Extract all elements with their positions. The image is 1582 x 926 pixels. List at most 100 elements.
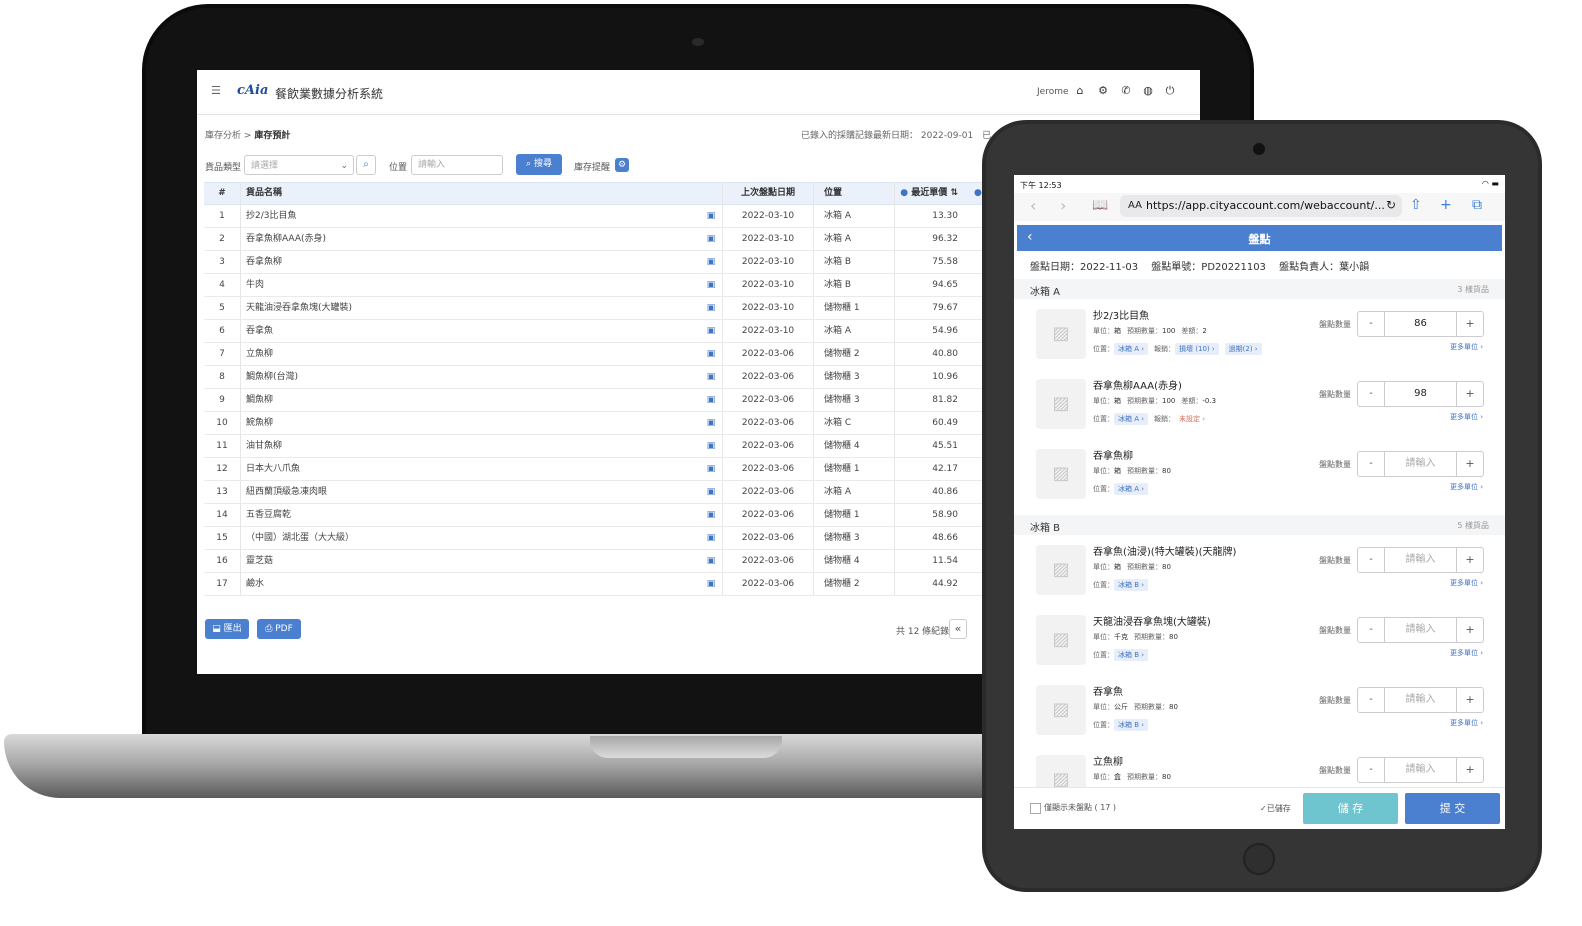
quantity-input[interactable]: 請輸入 (1384, 548, 1457, 572)
col-price[interactable]: ● 最近單價 ⇅ (894, 183, 958, 204)
loc-prefix: 位置： (1093, 581, 1114, 589)
expected-prefix: 預期數量： (1127, 327, 1162, 335)
share-icon[interactable]: ⇧ (1410, 197, 1422, 213)
item-location: 冰箱 A (818, 481, 895, 503)
breadcrumb-parent[interactable]: 庫存分析 (205, 131, 241, 141)
image-icon[interactable]: ▣ (704, 228, 718, 250)
back-arrow-icon[interactable]: ‹ (1030, 196, 1036, 215)
image-icon[interactable]: ▣ (704, 389, 718, 411)
home-icon[interactable]: ⌂ (1073, 84, 1087, 98)
bookmarks-icon[interactable]: 📖 (1092, 198, 1108, 213)
location-tag[interactable]: 冰箱 A › (1114, 413, 1149, 425)
item-unit: 公斤 (1114, 703, 1128, 711)
phone-icon[interactable]: ✆ (1119, 84, 1133, 98)
reload-icon[interactable]: ↻ (1386, 198, 1396, 212)
col-name[interactable]: 貨品名稱 (246, 183, 696, 204)
save-button[interactable]: 儲 存 (1303, 793, 1398, 824)
image-icon[interactable]: ▣ (704, 205, 718, 227)
image-icon[interactable]: ▣ (704, 435, 718, 457)
more-units-link[interactable]: 更多單位 › (1450, 412, 1483, 422)
item-name: 吞拿魚柳 (1093, 451, 1133, 462)
quantity-input[interactable]: 請輸入 (1384, 618, 1457, 642)
col-location[interactable]: 位置 (818, 183, 895, 204)
submit-button[interactable]: 提 交 (1405, 793, 1500, 824)
item-unit: 箱 (1114, 397, 1121, 405)
search-button[interactable]: ⌕ 搜尋 (516, 154, 562, 175)
decrement-button[interactable]: - (1358, 548, 1385, 572)
hamburger-icon[interactable]: ☰ (211, 85, 221, 96)
image-icon[interactable]: ▣ (704, 550, 718, 572)
location-tag[interactable]: 冰箱 A › (1114, 483, 1149, 495)
loss-tag[interactable]: 損壞 (10) › (1175, 343, 1219, 355)
search-icon[interactable]: ⌕ (356, 155, 376, 175)
item-name: 鯛魚柳(台灣) (246, 372, 299, 382)
image-icon[interactable]: ▣ (704, 504, 718, 526)
location-tag[interactable]: 冰箱 B › (1114, 719, 1149, 731)
image-icon[interactable]: ▣ (704, 274, 718, 296)
increment-button[interactable]: + (1456, 548, 1483, 572)
decrement-button[interactable]: - (1358, 382, 1385, 406)
more-units-link[interactable]: 更多單位 › (1450, 648, 1483, 658)
col-date[interactable]: 上次盤點日期 (722, 183, 814, 204)
item-name: 鯇魚柳 (246, 418, 274, 428)
image-icon[interactable]: ▣ (704, 481, 718, 503)
home-button[interactable] (1243, 843, 1275, 875)
decrement-button[interactable]: - (1358, 758, 1385, 782)
quantity-input[interactable]: 86 (1384, 312, 1457, 336)
tabs-icon[interactable]: ⧉ (1472, 197, 1482, 213)
category-select[interactable]: 請選擇 ⌄ (244, 155, 354, 175)
reader-aa[interactable]: AA (1128, 200, 1142, 211)
pdf-button[interactable]: ⎙ PDF (257, 619, 301, 639)
loss-tag[interactable]: 過期(2) › (1224, 343, 1262, 355)
url-bar[interactable]: AA https://app.cityaccount.com/webaccoun… (1120, 195, 1402, 217)
item-details: 單位：箱 預期數量：100 差額：2 (1093, 326, 1213, 336)
image-icon[interactable]: ▣ (704, 527, 718, 549)
more-units-link[interactable]: 更多單位 › (1450, 718, 1483, 728)
first-page-button[interactable]: « (949, 619, 967, 639)
quantity-input[interactable]: 請輸入 (1384, 688, 1457, 712)
globe-icon[interactable]: ◍ (1141, 84, 1155, 98)
more-units-link[interactable]: 更多單位 › (1450, 482, 1483, 492)
decrement-button[interactable]: - (1358, 688, 1385, 712)
quantity-input[interactable]: 請輸入 (1384, 758, 1457, 782)
quantity-input[interactable]: 98 (1384, 382, 1457, 406)
qty-label: 盤點數量 (1319, 320, 1351, 329)
decrement-button[interactable]: - (1358, 618, 1385, 642)
export-button[interactable]: ⬓ 匯出 (205, 619, 249, 639)
uncounted-checkbox[interactable] (1030, 803, 1041, 814)
loss-tag[interactable]: 未設定 › (1175, 413, 1210, 425)
more-units-link[interactable]: 更多單位 › (1450, 342, 1483, 352)
increment-button[interactable]: + (1456, 618, 1483, 642)
power-icon[interactable]: ⏻ (1163, 84, 1177, 98)
settings-icon[interactable]: ⚙ (615, 158, 629, 172)
image-icon[interactable]: ▣ (704, 343, 718, 365)
latest-price: 42.17 (932, 464, 958, 474)
expected-prefix: 預期數量： (1134, 633, 1169, 641)
increment-button[interactable]: + (1456, 688, 1483, 712)
image-icon[interactable]: ▣ (704, 251, 718, 273)
plus-icon[interactable]: + (1440, 197, 1452, 213)
increment-button[interactable]: + (1456, 382, 1483, 406)
increment-button[interactable]: + (1456, 452, 1483, 476)
increment-button[interactable]: + (1456, 312, 1483, 336)
quantity-input[interactable]: 請輸入 (1384, 452, 1457, 476)
location-input[interactable]: 請輸入 (411, 155, 503, 175)
item-name: 日本大八爪魚 (246, 464, 301, 474)
image-icon[interactable]: ▣ (704, 366, 718, 388)
increment-button[interactable]: + (1456, 758, 1483, 782)
image-icon[interactable]: ▣ (704, 573, 718, 595)
decrement-button[interactable]: - (1358, 312, 1385, 336)
image-icon[interactable]: ▣ (704, 320, 718, 342)
decrement-button[interactable]: - (1358, 452, 1385, 476)
gear-icon[interactable]: ⚙ (1096, 84, 1110, 98)
image-icon[interactable]: ▣ (704, 458, 718, 480)
image-icon[interactable]: ▣ (704, 412, 718, 434)
item-name: 立魚柳 (246, 349, 274, 359)
location-tag[interactable]: 冰箱 B › (1114, 649, 1149, 661)
image-icon[interactable]: ▣ (704, 297, 718, 319)
forward-arrow-icon[interactable]: › (1060, 196, 1066, 215)
location-tag[interactable]: 冰箱 A › (1114, 343, 1149, 355)
location-tag[interactable]: 冰箱 B › (1114, 579, 1149, 591)
user-name[interactable]: Jerome (1037, 87, 1069, 97)
more-units-link[interactable]: 更多單位 › (1450, 578, 1483, 588)
